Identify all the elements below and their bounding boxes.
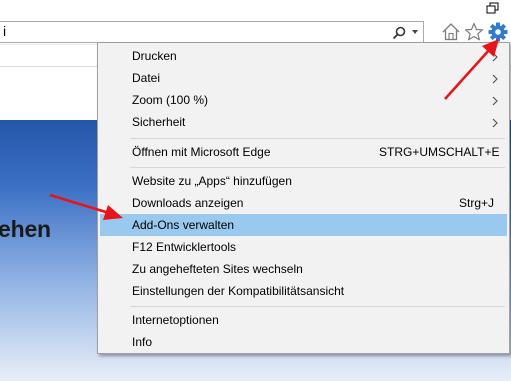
menu-item-internet-options[interactable]: Internetoptionen <box>100 309 507 331</box>
chevron-right-icon <box>492 118 498 128</box>
address-text: i <box>3 23 7 39</box>
chevron-right-icon <box>492 96 498 106</box>
menu-separator <box>130 167 505 168</box>
tools-menu: Drucken Datei Zoom (100 %) Sicherheit Öf… <box>97 42 510 354</box>
menu-item-label: Info <box>132 335 153 349</box>
menu-separator <box>130 306 505 307</box>
menu-item-label: Zu angehefteten Sites wechseln <box>132 262 303 276</box>
chevron-right-icon <box>492 52 498 62</box>
menu-item-shortcut: Strg+J <box>459 196 495 210</box>
menu-separator <box>130 138 505 139</box>
menu-item-label: Downloads anzeigen <box>132 196 244 210</box>
menu-item-label: F12 Entwicklertools <box>132 240 237 254</box>
menu-item-label: Zoom (100 %) <box>132 93 209 107</box>
menu-item-open-edge[interactable]: Öffnen mit Microsoft Edge STRG+UMSCHALT+… <box>100 141 507 163</box>
menu-item-sicherheit[interactable]: Sicherheit <box>100 111 507 133</box>
star-icon[interactable] <box>463 21 485 43</box>
menu-item-label: Website zu „Apps“ hinzufügen <box>132 174 292 188</box>
gear-icon[interactable] <box>487 21 509 43</box>
menu-item-zoom[interactable]: Zoom (100 %) <box>100 89 507 111</box>
chevron-right-icon <box>492 74 498 84</box>
menu-item-label: Datei <box>132 71 161 85</box>
menu-item-label: Drucken <box>132 49 177 63</box>
menu-item-info[interactable]: Info <box>100 331 507 353</box>
page-heading: ehen <box>0 216 51 242</box>
menu-item-f12-devtools[interactable]: F12 Entwicklertools <box>100 236 507 258</box>
menu-item-pinned-sites[interactable]: Zu angehefteten Sites wechseln <box>100 258 507 280</box>
menu-item-label: Internetoptionen <box>132 313 219 327</box>
home-icon[interactable] <box>440 21 462 43</box>
menu-item-manage-addons[interactable]: Add-Ons verwalten <box>100 214 507 236</box>
menu-item-datei[interactable]: Datei <box>100 67 507 89</box>
menu-item-shortcut: STRG+UMSCHALT+E <box>379 145 500 159</box>
menu-item-label: Einstellungen der Kompatibilitätsansicht <box>132 284 345 298</box>
menu-item-label: Sicherheit <box>132 115 186 129</box>
search-icon[interactable] <box>392 26 406 40</box>
restore-icon[interactable] <box>486 2 500 14</box>
menu-item-add-to-apps[interactable]: Website zu „Apps“ hinzufügen <box>100 170 507 192</box>
title-bar <box>0 0 511 18</box>
menu-item-label: Add-Ons verwalten <box>132 218 235 232</box>
menu-item-compat-view[interactable]: Einstellungen der Kompatibilitätsansicht <box>100 280 507 302</box>
menu-item-drucken[interactable]: Drucken <box>100 45 507 67</box>
menu-item-label: Öffnen mit Microsoft Edge <box>132 145 271 159</box>
address-bar[interactable]: i <box>0 21 424 43</box>
menu-item-downloads[interactable]: Downloads anzeigen Strg+J <box>100 192 507 214</box>
chevron-down-icon[interactable] <box>410 27 420 37</box>
